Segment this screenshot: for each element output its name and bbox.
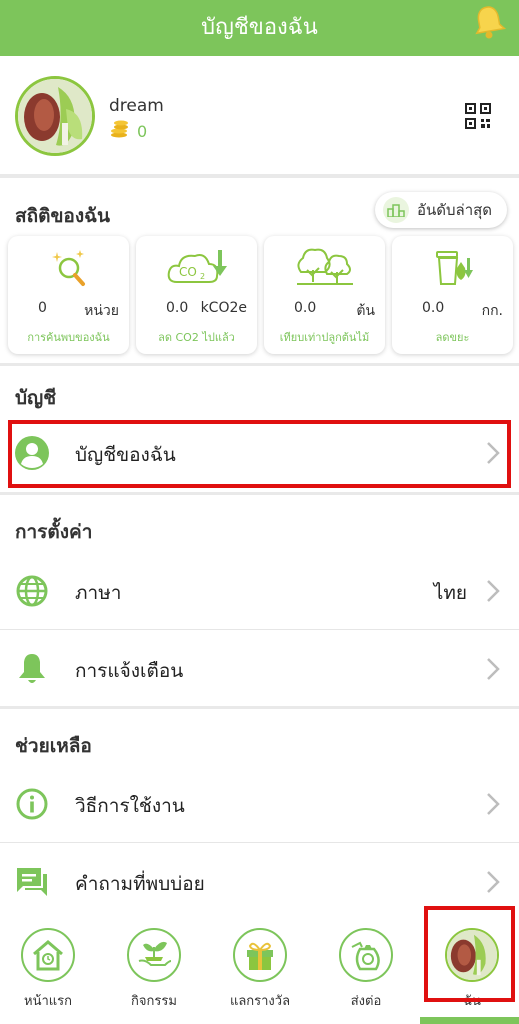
tab-label: กิจกรรม bbox=[131, 994, 177, 1009]
section-title-help: ช่วยเหลือ bbox=[15, 735, 92, 757]
active-tab-indicator bbox=[420, 1017, 519, 1024]
qr-code-icon[interactable] bbox=[465, 103, 491, 129]
username: dream bbox=[109, 96, 164, 116]
highlight-box bbox=[424, 906, 515, 1002]
stat-unit: kCO2e bbox=[200, 300, 247, 316]
stat-label: ลด CO2 ไปแล้ว bbox=[158, 331, 235, 344]
chevron-right-icon bbox=[485, 792, 501, 816]
gift-icon bbox=[233, 928, 287, 982]
info-icon bbox=[15, 787, 49, 821]
stat-card-waste: 0.0 กก. ลดขยะ bbox=[392, 236, 513, 354]
tab-label: หน้าแรก bbox=[24, 994, 72, 1009]
coin-count: 0 bbox=[137, 121, 148, 141]
page-title: บัญชีของฉัน bbox=[201, 15, 318, 40]
chat-bubble-icon bbox=[15, 865, 49, 899]
stat-value: 0.0 bbox=[294, 300, 317, 316]
tab-rewards[interactable]: แลกรางวัล bbox=[220, 924, 300, 1014]
plant-hands-icon bbox=[127, 928, 181, 982]
stat-label: เทียบเท่าปลูกต้นไม้ bbox=[279, 331, 370, 344]
podium-icon bbox=[383, 197, 409, 223]
tab-activities[interactable]: กิจกรรม bbox=[114, 924, 194, 1014]
stat-card-co2: CO 2 0.0 kCO2e ลด CO2 ไปแล้ว bbox=[136, 236, 257, 354]
trees-icon bbox=[264, 244, 385, 292]
tab-forward[interactable]: ส่งต่อ bbox=[326, 924, 406, 1014]
svg-text:CO: CO bbox=[179, 265, 197, 279]
section-title-account: บัญชี bbox=[15, 387, 57, 409]
tab-home[interactable]: หน้าแรก bbox=[8, 924, 88, 1014]
trash-bin-icon bbox=[392, 244, 513, 292]
app-header: บัญชีของฉัน bbox=[0, 0, 519, 56]
bell-icon[interactable] bbox=[469, 2, 509, 42]
howto-row[interactable]: วิธีการใช้งาน bbox=[0, 765, 519, 843]
coin-stack-icon bbox=[109, 120, 129, 142]
stat-value: 0.0 bbox=[166, 300, 189, 316]
svg-text:2: 2 bbox=[200, 272, 205, 281]
section-title-settings: การตั้งค่า bbox=[15, 521, 93, 543]
money-bag-icon bbox=[339, 928, 393, 982]
section-separator bbox=[0, 363, 519, 366]
notifications-row[interactable]: การแจ้งเตือน bbox=[0, 630, 519, 708]
stat-value: 0.0 bbox=[422, 300, 445, 316]
stats-title: สถิติของฉัน bbox=[15, 205, 111, 227]
language-label: ภาษา bbox=[75, 582, 122, 604]
section-separator bbox=[0, 492, 519, 495]
home-icon bbox=[21, 928, 75, 982]
language-value: ไทย bbox=[433, 582, 467, 604]
section-separator bbox=[0, 706, 519, 709]
howto-label: วิธีการใช้งาน bbox=[75, 795, 185, 817]
globe-icon bbox=[15, 574, 49, 608]
stat-unit: ต้น bbox=[356, 303, 375, 319]
stat-unit: กก. bbox=[481, 303, 503, 319]
stat-label: ลดขยะ bbox=[435, 331, 470, 344]
stat-card-trees: 0.0 ต้น เทียบเท่าปลูกต้นไม้ bbox=[264, 236, 385, 354]
avatar[interactable] bbox=[15, 76, 95, 156]
stat-label: การค้นพบของฉัน bbox=[27, 331, 110, 344]
language-row[interactable]: ภาษา ไทย bbox=[0, 552, 519, 630]
section-separator bbox=[0, 174, 519, 178]
coin-balance: 0 bbox=[109, 120, 147, 142]
chevron-right-icon bbox=[485, 657, 501, 681]
co2-cloud-icon: CO 2 bbox=[136, 244, 257, 292]
ranking-button[interactable]: อันดับล่าสุด bbox=[375, 192, 507, 228]
magnifier-sparkle-icon bbox=[8, 244, 129, 292]
stat-value: 0 bbox=[38, 300, 47, 316]
bell-notification-icon bbox=[15, 652, 49, 686]
stat-card-discoveries: 0 หน่วย การค้นพบของฉัน bbox=[8, 236, 129, 354]
highlight-box bbox=[8, 420, 511, 488]
tab-label: ส่งต่อ bbox=[350, 994, 382, 1009]
faq-row[interactable]: คำถามที่พบบ่อย bbox=[0, 843, 519, 913]
bottom-tab-bar: หน้าแรก กิจกรรม แลกรางวัล ส่งต่อ ฉัน bbox=[0, 906, 519, 1024]
notifications-label: การแจ้งเตือน bbox=[75, 660, 184, 682]
tab-label: แลกรางวัล bbox=[229, 994, 291, 1009]
faq-label: คำถามที่พบบ่อย bbox=[75, 873, 205, 895]
chevron-right-icon bbox=[485, 579, 501, 603]
ranking-label: อันดับล่าสุด bbox=[417, 201, 493, 219]
profile-section: dream 0 bbox=[0, 56, 519, 174]
stat-unit: หน่วย bbox=[84, 303, 119, 319]
chevron-right-icon bbox=[485, 870, 501, 894]
